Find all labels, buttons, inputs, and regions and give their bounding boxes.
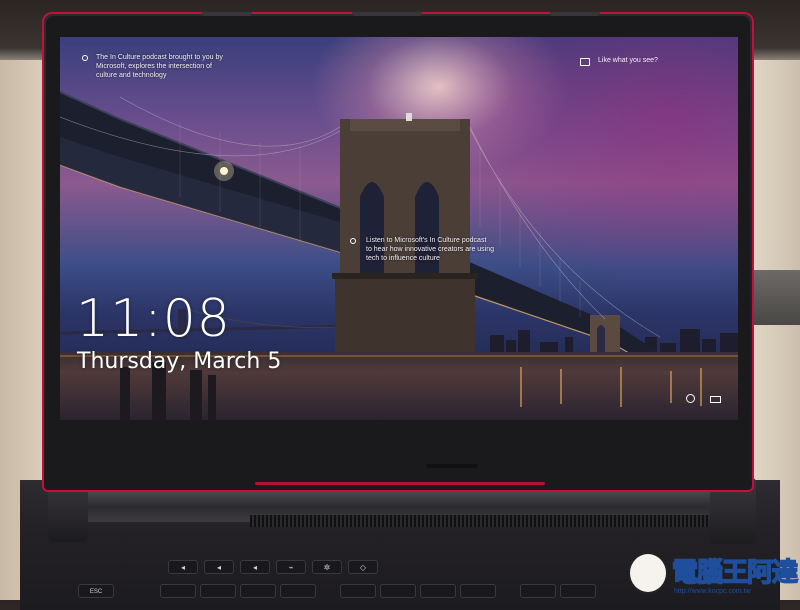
site-watermark: 電腦王阿達 http://www.kocpc.com.tw <box>624 548 800 600</box>
f-key[interactable] <box>380 584 416 598</box>
function-key[interactable]: ◂ <box>168 560 198 574</box>
function-key[interactable]: ◂ <box>204 560 234 574</box>
f-key[interactable] <box>520 584 556 598</box>
f-key[interactable] <box>340 584 376 598</box>
lock-screen[interactable]: The In Culture podcast brought to you by… <box>60 37 738 420</box>
info-callout-line: to hear how innovative creators are usin… <box>366 246 495 253</box>
red-accent-strip <box>255 482 545 485</box>
watermark-url: http://www.kocpc.com.tw <box>674 588 751 595</box>
f-key[interactable] <box>420 584 456 598</box>
podcast-teaser-line: Microsoft, explores the intersection of <box>96 63 212 70</box>
f-key[interactable] <box>160 584 196 598</box>
function-key[interactable]: ⌁ <box>276 560 306 574</box>
rog-icon: ◇ <box>359 563 367 572</box>
lock-screen-date: Thursday, March 5 <box>77 349 282 374</box>
lock-screen-time: 11:08 <box>76 289 231 349</box>
info-callout-line: Listen to Microsoft's In Culture podcast <box>366 237 487 244</box>
function-key[interactable]: ◇ <box>348 560 378 574</box>
info-callout[interactable]: Listen to Microsoft's In Culture podcast… <box>366 236 526 263</box>
podcast-teaser[interactable]: The In Culture podcast brought to you by… <box>96 53 276 80</box>
esc-label: ESC <box>89 589 103 595</box>
info-icon[interactable] <box>82 55 88 61</box>
volume-up-icon: ◂ <box>252 563 257 572</box>
bezel-slot <box>426 464 478 468</box>
lid-notch <box>352 12 422 16</box>
f-key[interactable] <box>280 584 316 598</box>
fan-icon: ✲ <box>323 563 331 572</box>
camera-icon[interactable] <box>580 58 590 66</box>
volume-mute-icon: ◂ <box>180 563 185 572</box>
network-icon[interactable] <box>686 394 695 403</box>
battery-icon[interactable] <box>710 396 721 403</box>
function-key[interactable]: ◂ <box>240 560 270 574</box>
f-key[interactable] <box>240 584 276 598</box>
lid-notch <box>550 12 600 16</box>
info-icon[interactable] <box>350 238 356 244</box>
f-key[interactable] <box>200 584 236 598</box>
function-key[interactable]: ✲ <box>312 560 342 574</box>
watermark-brand: 電腦王阿達 <box>671 557 799 589</box>
podcast-teaser-line: The In Culture podcast brought to you by <box>96 54 223 61</box>
podcast-teaser-line: culture and technology <box>96 72 167 79</box>
mic-icon: ⌁ <box>288 563 294 572</box>
esc-key[interactable]: ESC <box>78 584 114 598</box>
info-callout-line: tech to influence culture <box>366 255 440 262</box>
mascot-logo <box>628 552 668 594</box>
background-object <box>752 270 800 325</box>
volume-down-icon: ◂ <box>216 563 221 572</box>
f-key[interactable] <box>560 584 596 598</box>
vent-grille <box>250 515 710 527</box>
f-key[interactable] <box>460 584 496 598</box>
like-prompt[interactable]: Like what you see? <box>598 57 658 64</box>
lid-notch <box>202 12 252 16</box>
